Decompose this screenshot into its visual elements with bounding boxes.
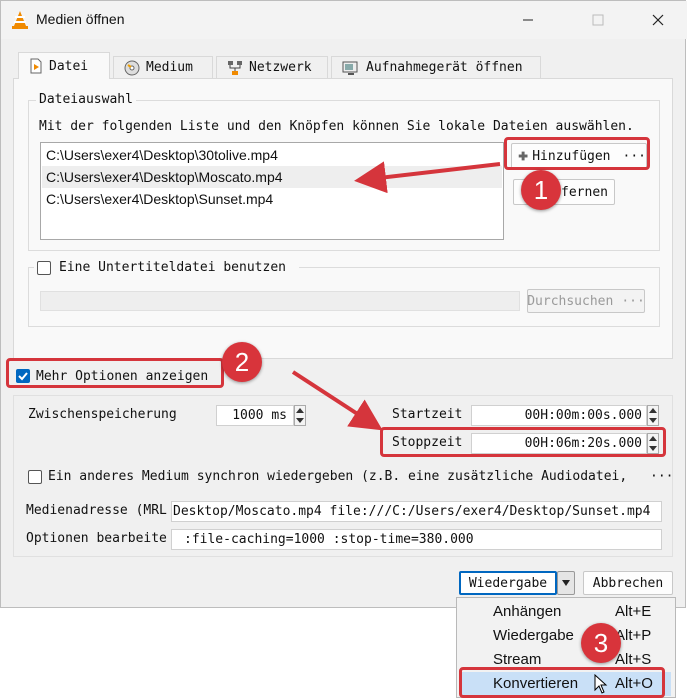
- tab-datei-label: Datei: [49, 58, 89, 74]
- step-badge-2: 2: [222, 342, 262, 382]
- step-badge-3: 3: [581, 623, 621, 663]
- annotation-arrows: [291, 161, 501, 431]
- file-icon: [30, 58, 42, 74]
- step-badge-1: 1: [521, 170, 561, 210]
- arrow-to-file-list: [354, 161, 501, 194]
- tab-datei[interactable]: Datei: [18, 52, 110, 79]
- arrow-to-stop-time: [291, 370, 383, 431]
